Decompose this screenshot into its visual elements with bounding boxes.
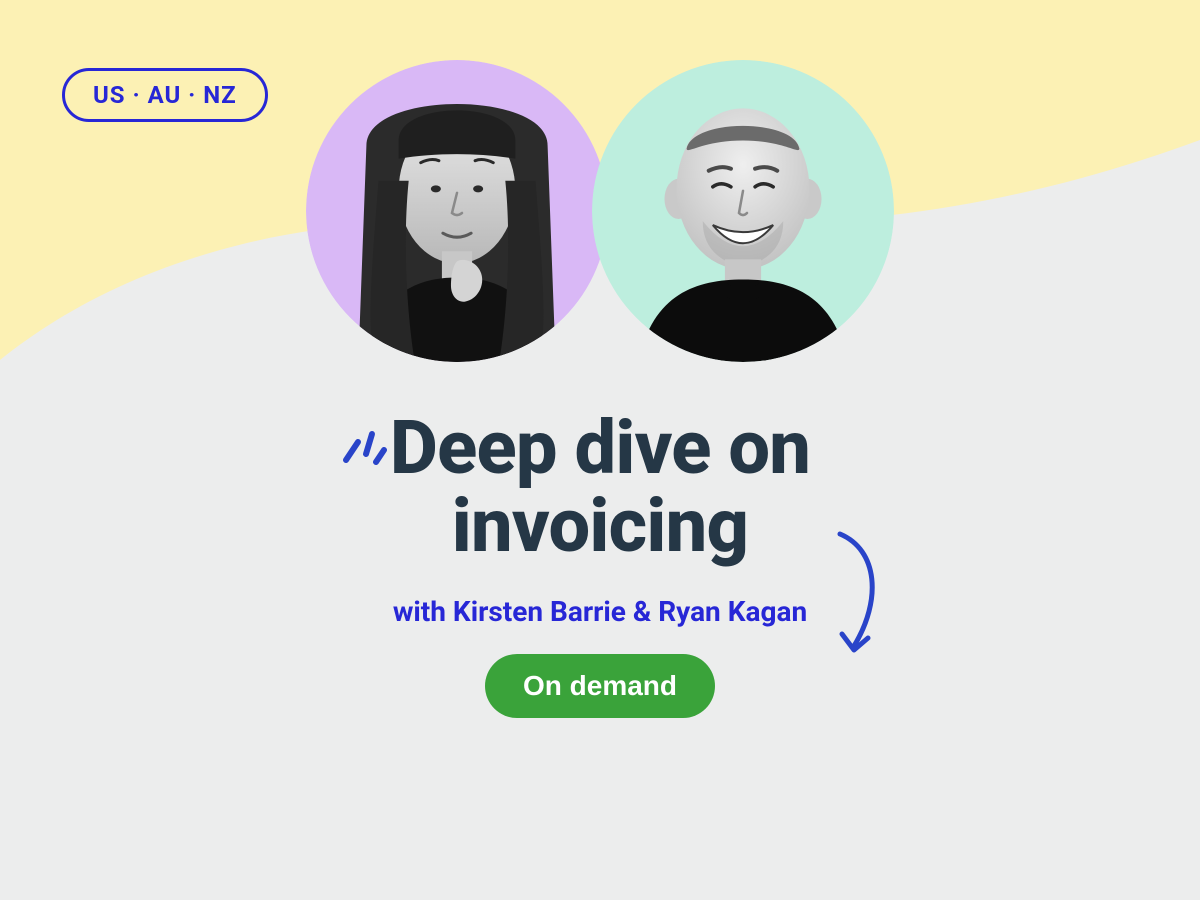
session-title: Deep dive on invoicing bbox=[390, 410, 810, 567]
avatar-kirsten bbox=[306, 60, 608, 362]
title-line-2: invoicing bbox=[452, 483, 748, 570]
sparks-accent-icon bbox=[332, 420, 388, 476]
avatar-ryan bbox=[592, 60, 894, 362]
arrow-accent-icon bbox=[812, 528, 896, 668]
on-demand-button[interactable]: On demand bbox=[485, 654, 715, 718]
title-line-1: Deep dive on bbox=[390, 405, 810, 492]
speaker-avatars bbox=[306, 60, 894, 362]
region-badge: US · AU · NZ bbox=[62, 68, 268, 122]
speakers-subtitle: with Kirsten Barrie & Ryan Kagan bbox=[0, 595, 1200, 628]
